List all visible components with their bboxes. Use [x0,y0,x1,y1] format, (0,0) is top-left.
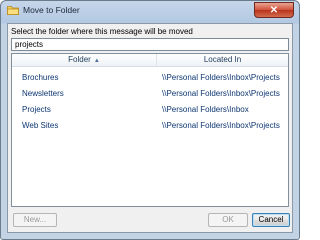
column-header-located-in-label: Located In [203,55,242,64]
folder-name: Projects [22,105,51,114]
folder-list[interactable]: Folder ▲ Located In Brochures \\Personal … [11,53,289,207]
folder-name: Web Sites [22,121,59,130]
column-header-folder[interactable]: Folder ▲ [12,54,157,66]
table-row[interactable]: Brochures \\Personal Folders\Inbox\Proje… [12,71,288,85]
ok-button[interactable]: OK [208,213,248,227]
search-input[interactable]: projects [11,38,289,51]
table-row[interactable]: Projects \\Personal Folders\Inbox [12,103,288,117]
column-header-located-in[interactable]: Located In [157,54,288,66]
list-header: Folder ▲ Located In [12,54,288,67]
folder-location: \\Personal Folders\Inbox\Projects [162,89,280,98]
dialog-body: Select the folder where this message wil… [7,23,293,233]
window-title: Move to Folder [23,5,80,15]
cancel-button[interactable]: Cancel [252,213,290,227]
folder-icon [7,5,19,15]
column-header-folder-label: Folder [68,55,91,64]
folder-name: Brochures [22,73,59,82]
folder-location: \\Personal Folders\Inbox\Projects [162,73,280,82]
sort-ascending-icon: ▲ [93,58,100,64]
new-folder-button[interactable]: New... [13,213,57,227]
folder-name: Newsletters [22,89,64,98]
close-icon[interactable]: ✕ [254,2,294,18]
title-bar[interactable]: Move to Folder ✕ [1,1,299,21]
move-to-folder-dialog: Move to Folder ✕ Select the folder where… [0,0,300,240]
dialog-prompt: Select the folder where this message wil… [11,27,193,36]
table-row[interactable]: Newsletters \\Personal Folders\Inbox\Pro… [12,87,288,101]
table-row[interactable]: Web Sites \\Personal Folders\Inbox\Proje… [12,119,288,133]
folder-location: \\Personal Folders\Inbox\Projects [162,121,280,130]
folder-location: \\Personal Folders\Inbox [162,105,249,114]
